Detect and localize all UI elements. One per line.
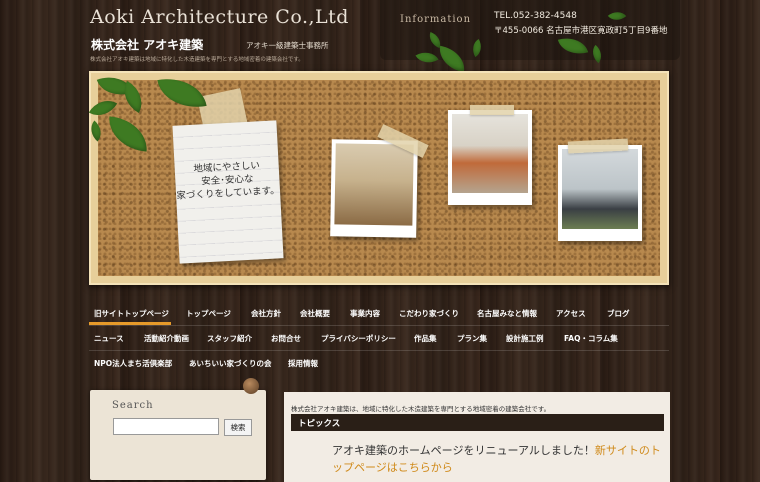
nav-activity-video[interactable]: 活動紹介動画: [144, 333, 189, 344]
news-text: アオキ建築のホームページをリニューアルしました！: [332, 444, 595, 457]
kitchen-image: [452, 114, 528, 193]
nav-aichi-housing[interactable]: あいちいい家づくりの会: [189, 358, 272, 369]
nav-minato-info[interactable]: 名古屋みなと情報: [477, 308, 537, 319]
pushpin-icon: [243, 378, 259, 394]
nav-contact[interactable]: お問合せ: [271, 333, 301, 344]
photo-woman-laptop: [558, 145, 642, 241]
nav-business[interactable]: 事業内容: [350, 308, 380, 319]
search-widget: Search 検索: [90, 390, 266, 480]
nav-plans[interactable]: プラン集: [457, 333, 487, 344]
search-button[interactable]: 検索: [224, 419, 252, 436]
search-title: Search: [112, 400, 154, 411]
topics-header: トピックス: [291, 414, 664, 431]
nav-privacy-policy[interactable]: プライバシーポリシー: [321, 333, 396, 344]
tagline: 株式会社アオキ建築は地域に特化した木造建築を専門とする地域密着の建築会社です。: [90, 57, 304, 63]
nav-recruit[interactable]: 採用情報: [288, 358, 318, 369]
nav-design-examples[interactable]: 設計施工例: [506, 333, 544, 344]
main-content: 株式会社アオキ建築は、地域に特化した木造建築を専門とする地域密着の建築会社です。…: [284, 392, 670, 482]
nav-staff[interactable]: スタッフ紹介: [207, 333, 252, 344]
photo-living-room: [330, 139, 418, 238]
nav-news[interactable]: ニュース: [94, 333, 124, 344]
nav-row-3: NPO法人まち活倶楽部 あいちいい家づくりの会 採用情報: [89, 351, 669, 375]
telephone-number: TEL.052-382-4548: [494, 11, 577, 21]
nav-blog[interactable]: ブログ: [607, 308, 630, 319]
nav-old-site-top[interactable]: 旧サイトトップページ: [94, 308, 169, 319]
nav-active-indicator: [89, 322, 171, 325]
nav-row-1: 旧サイトトップページ トップページ 会社方針 会社概要 事業内容 こだわり家づく…: [89, 301, 669, 326]
nav-row-2: ニュース 活動紹介動画 スタッフ紹介 お問合せ プライバシーポリシー 作品集 プ…: [89, 326, 669, 351]
nav-access[interactable]: アクセス: [556, 308, 586, 319]
search-input[interactable]: [113, 418, 219, 435]
living-room-image: [334, 143, 414, 226]
nav-faq-column[interactable]: FAQ・コラム集: [564, 333, 618, 344]
nav-house-building[interactable]: こだわり家づくり: [399, 308, 459, 319]
hero-note-text: 地域にやさしい 安全･安心な 家づくりをしています。: [176, 160, 280, 202]
address: 〒455-0066 名古屋市港区寛政町5丁目9番地: [494, 26, 668, 36]
hero-note-paper: 地域にやさしい 安全･安心な 家づくりをしています。: [172, 120, 284, 264]
nav-works[interactable]: 作品集: [414, 333, 437, 344]
news-item: アオキ建築のホームページをリニューアルしました！新サイトのトップページはこちらか…: [332, 442, 667, 476]
woman-laptop-image: [562, 149, 638, 229]
topics-title: トピックス: [298, 419, 341, 429]
nav-npo-club[interactable]: NPO法人まち活倶楽部: [94, 358, 172, 369]
nav-company-profile[interactable]: 会社概要: [300, 308, 330, 319]
company-name: 株式会社 アオキ建築: [91, 38, 204, 52]
nav-company-policy[interactable]: 会社方針: [251, 308, 281, 319]
intro-text: 株式会社アオキ建築は、地域に特化した木造建築を専門とする地域密着の建築会社です。: [291, 405, 551, 413]
photo-kitchen: [448, 110, 532, 205]
company-subtitle: アオキ一級建築士事務所: [246, 41, 329, 50]
nav-top-page[interactable]: トップページ: [186, 308, 231, 319]
tape-strip: [470, 105, 514, 115]
site-title[interactable]: Aoki Architecture Co.,Ltd: [90, 6, 349, 28]
site-header: Aoki Architecture Co.,Ltd 株式会社 アオキ建築 アオキ…: [0, 0, 760, 70]
information-label: Information: [400, 14, 472, 25]
